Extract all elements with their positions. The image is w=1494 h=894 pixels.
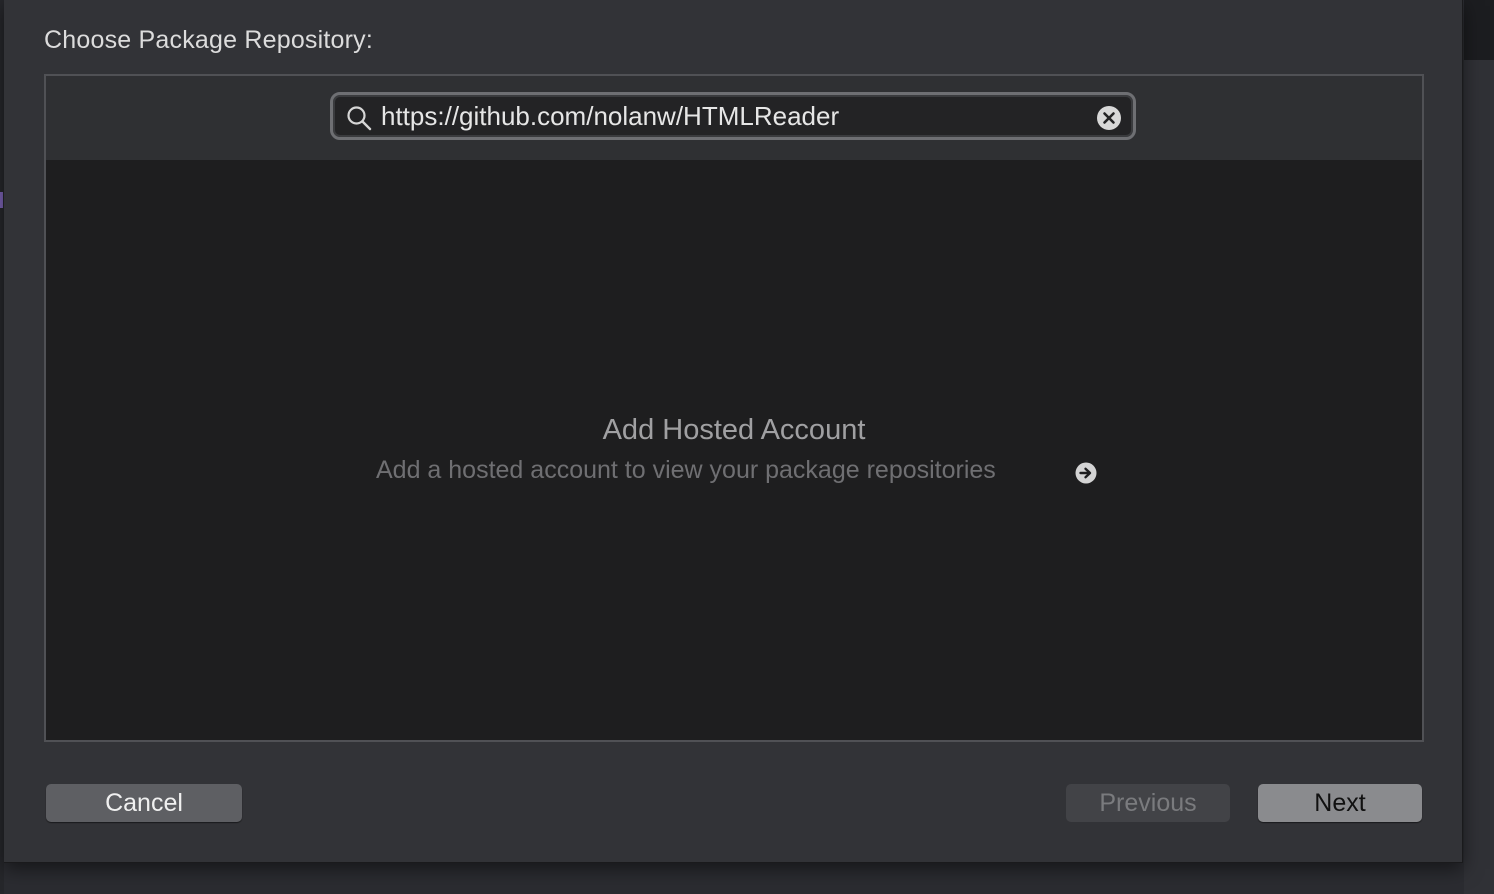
search-icon: [347, 106, 372, 131]
package-repository-sheet: Choose Package Repository: Add Hosted Ac…: [4, 0, 1463, 863]
previous-button[interactable]: Previous: [1066, 784, 1230, 822]
backdrop-toolbar-strip: [1464, 0, 1494, 60]
search-input[interactable]: [381, 99, 1081, 133]
backdrop-editor-strip: [1464, 60, 1494, 894]
clear-icon[interactable]: [1095, 104, 1123, 132]
dialog-title: Choose Package Repository:: [44, 26, 373, 54]
panel-header: [46, 76, 1422, 160]
search-field[interactable]: [330, 92, 1136, 140]
arrow-right-circle-icon[interactable]: [1074, 461, 1098, 485]
next-button[interactable]: Next: [1258, 784, 1422, 822]
cancel-button[interactable]: Cancel: [46, 784, 242, 822]
empty-state-subtitle: Add a hosted account to view your packag…: [376, 456, 996, 484]
empty-state-title: Add Hosted Account: [602, 414, 866, 446]
repository-panel: Add Hosted Account Add a hosted account …: [44, 74, 1424, 742]
backdrop-marker: [0, 192, 3, 208]
